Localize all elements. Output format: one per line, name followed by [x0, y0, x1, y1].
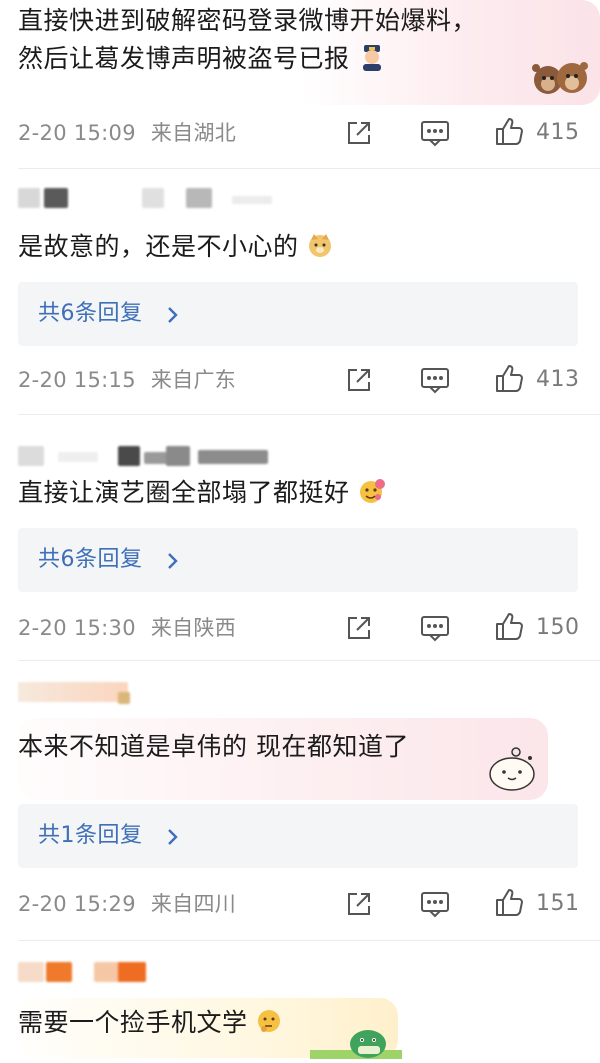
comment-5: 需要一个捡手机文学: [0, 942, 600, 1059]
chevron-right-icon: [166, 828, 180, 850]
comment-text: 需要一个捡手机文学: [18, 1004, 282, 1042]
reply-count-link[interactable]: 共6条回复: [38, 542, 143, 578]
divider: [18, 660, 600, 661]
share-icon[interactable]: [345, 890, 373, 922]
dinosaur-sticker-icon: [310, 1020, 402, 1059]
comment-text-content: 需要一个捡手机文学: [18, 1008, 248, 1037]
comment-location: 来自四川: [150, 892, 237, 916]
comment-text-content: 直接让演艺圈全部塌了都挺好: [18, 478, 350, 507]
like-count: 413: [536, 367, 580, 392]
comment-date: 2-20 15:09: [18, 121, 136, 145]
comment-location: 来自陕西: [150, 616, 237, 640]
reply-box[interactable]: 共6条回复: [18, 528, 578, 592]
comment-meta: 2-20 15:29 来自四川: [18, 890, 236, 918]
like-count: 151: [536, 891, 580, 916]
emoji-icon: [358, 477, 386, 505]
comment-icon[interactable]: [420, 890, 450, 922]
comment-text: 然后让葛发博声明被盗号已报: [18, 44, 350, 73]
comment-icon[interactable]: [420, 366, 450, 398]
chevron-right-icon: [166, 306, 180, 328]
comment-location: 来自广东: [150, 368, 237, 392]
comment-text: 本来不知道是卓伟的 现在都知道了: [18, 732, 409, 761]
reply-box[interactable]: 共1条回复: [18, 804, 578, 868]
comment-icon[interactable]: [420, 614, 450, 646]
like-count: 150: [536, 615, 580, 640]
comment-1: 直接快进到破解密码登录微博开始爆料， 然后让葛发博声明被盗号已报 2-20 15…: [0, 0, 600, 165]
share-icon[interactable]: [345, 614, 373, 646]
thinking-emoji: [256, 1007, 282, 1033]
username-blurred: [18, 186, 278, 212]
comment-3: 直接让演艺圈全部塌了都挺好 共6条回复 2-20 15:30 来自陕西 150: [0, 416, 600, 656]
username-blurred: [18, 680, 218, 706]
share-icon[interactable]: [345, 119, 373, 151]
like-count: 415: [536, 120, 580, 145]
sticker-icon: [486, 746, 538, 792]
comment-date: 2-20 15:29: [18, 892, 136, 916]
police-emoji: [358, 43, 386, 71]
comment-location: 来自湖北: [150, 121, 237, 145]
comment-text: 直接让演艺圈全部塌了都挺好: [18, 474, 386, 512]
comment-meta: 2-20 15:30 来自陕西: [18, 614, 236, 642]
doge-emoji: [307, 231, 333, 257]
chevron-right-icon: [166, 552, 180, 574]
username-blurred: [18, 960, 218, 986]
comment-2: 是故意的，还是不小心的 共6条回复 2-20 15:15 来自广东 413: [0, 170, 600, 410]
comment-icon[interactable]: [420, 119, 450, 151]
username-blurred: [18, 444, 278, 470]
comment-text: 是故意的，还是不小心的: [18, 228, 333, 266]
comment-text-line2: 然后让葛发博声明被盗号已报: [18, 40, 386, 78]
comment-4: 本来不知道是卓伟的 现在都知道了 共1条回复 2-20 15:29 来自四川 1…: [0, 662, 600, 937]
divider: [18, 940, 600, 941]
thumbs-up-icon[interactable]: [494, 611, 524, 645]
comment-meta: 2-20 15:15 来自广东: [18, 366, 236, 394]
comment-date: 2-20 15:15: [18, 368, 136, 392]
comment-meta: 2-20 15:09 来自湖北: [18, 119, 236, 147]
thumbs-up-icon[interactable]: [494, 363, 524, 397]
reply-box[interactable]: 共6条回复: [18, 282, 578, 346]
comment-date: 2-20 15:30: [18, 616, 136, 640]
reply-count-link[interactable]: 共1条回复: [38, 818, 143, 854]
thumbs-up-icon[interactable]: [494, 887, 524, 921]
comment-text-line1: 直接快进到破解密码登录微博开始爆料，: [18, 6, 478, 35]
share-icon[interactable]: [345, 366, 373, 398]
thumbs-up-icon[interactable]: [494, 116, 524, 150]
divider: [18, 168, 600, 169]
bear-sticker-icon: [528, 56, 590, 102]
reply-count-link[interactable]: 共6条回复: [38, 296, 143, 332]
comment-text-content: 是故意的，还是不小心的: [18, 232, 299, 261]
divider: [18, 414, 600, 415]
